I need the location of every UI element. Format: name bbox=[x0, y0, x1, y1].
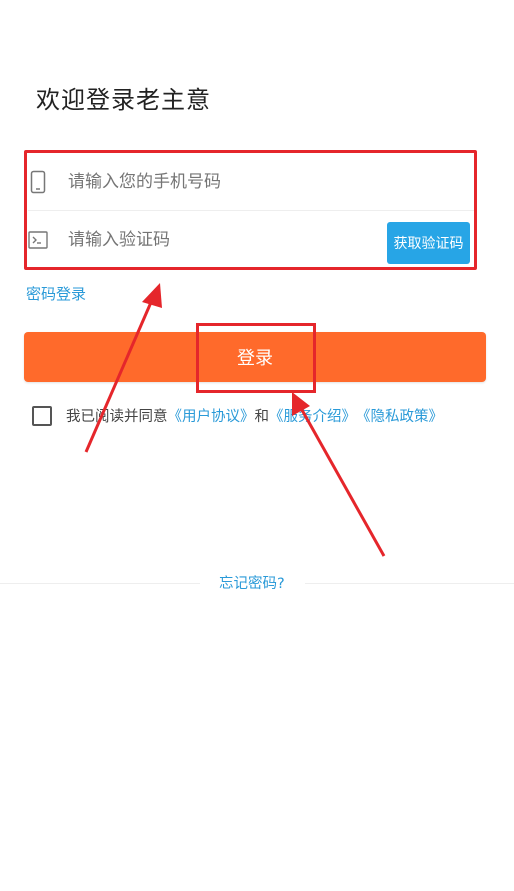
annotation-arrows bbox=[84, 283, 386, 557]
service-intro-link[interactable]: 《服务介绍》 bbox=[269, 405, 356, 426]
privacy-policy-link[interactable]: 《隐私政策》 bbox=[356, 405, 443, 426]
user-agreement-link[interactable]: 《用户协议》 bbox=[168, 405, 255, 426]
page-title: 欢迎登录老主意 bbox=[36, 86, 211, 114]
agree-checkbox[interactable] bbox=[32, 405, 52, 426]
annotation-highlight-login bbox=[196, 323, 316, 393]
password-login-link[interactable]: 密码登录 bbox=[26, 283, 86, 304]
agreement-prefix: 我已阅读并同意 bbox=[66, 409, 168, 425]
annotation-highlight-inputs bbox=[24, 150, 477, 270]
agreement-row: 我已阅读并同意 《用户协议》 和 《服务介绍》 《隐私政策》 bbox=[32, 405, 443, 426]
agreement-and: 和 bbox=[254, 409, 270, 425]
forgot-password-link[interactable]: 忘记密码? bbox=[219, 572, 285, 593]
divider-left bbox=[0, 583, 200, 584]
divider-right bbox=[305, 583, 514, 584]
